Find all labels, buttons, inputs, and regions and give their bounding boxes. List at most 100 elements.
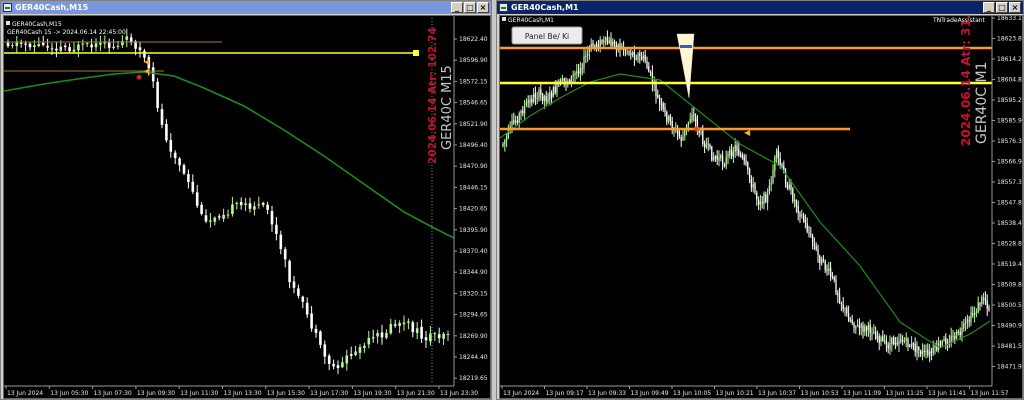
candle-body — [630, 53, 632, 55]
candle-body — [869, 324, 871, 333]
time-tick-label: 13 Jun 2024 — [503, 390, 539, 397]
price-tick-label: 18633.15 — [997, 16, 1022, 22]
left-chart-area[interactable]: ◉ ◀ ◀ GER40Cash,M15 GER40Cash 15 -> 2024… — [3, 15, 491, 399]
candle-body — [319, 331, 322, 345]
maximize-icon[interactable]: □ — [996, 2, 1008, 13]
candle-body — [727, 154, 729, 157]
candle-body — [68, 47, 71, 52]
candle-body — [871, 333, 873, 335]
candle-body — [858, 325, 861, 329]
candle-body — [648, 66, 650, 72]
candle-body — [33, 45, 36, 48]
candle-body — [107, 42, 111, 48]
candle-body — [442, 333, 445, 339]
candle-body — [835, 279, 837, 293]
candle-body — [301, 296, 305, 302]
minimize-icon[interactable]: _ — [983, 2, 995, 13]
candle-body — [217, 216, 221, 218]
candle-body — [768, 185, 771, 193]
candle-body — [844, 308, 846, 310]
candle-body — [576, 71, 578, 74]
candle-body — [393, 324, 397, 326]
time-tick-label: 13 Jun 11:30 — [180, 390, 218, 397]
candle-body — [892, 337, 895, 345]
candle-body — [772, 170, 774, 183]
candle-body — [984, 298, 987, 301]
candle-body — [59, 46, 63, 51]
candle-body — [288, 260, 291, 283]
candle-body — [754, 183, 756, 193]
right-funnel-marker — [676, 33, 695, 99]
candle-body — [222, 214, 225, 219]
candle-body — [138, 47, 142, 51]
candle-body — [856, 325, 859, 327]
price-tick-label: 18500.50 — [997, 302, 1022, 309]
maximize-icon[interactable]: □ — [464, 2, 476, 13]
candle-body — [855, 326, 857, 329]
candle-body — [261, 202, 265, 205]
candle-body — [143, 50, 146, 58]
left-title-bar[interactable]: GER40Cash,M15 _ □ × — [1, 1, 491, 14]
candle-body — [279, 234, 283, 250]
candle-body — [964, 322, 967, 324]
candle-body — [639, 53, 641, 56]
candle-body — [721, 155, 724, 164]
candle-body — [642, 55, 645, 60]
right-moving-average — [499, 73, 991, 349]
time-tick-label: 13 Jun 07:30 — [94, 390, 132, 397]
price-tick-label: 18496.40 — [459, 142, 488, 149]
candle-body — [658, 97, 661, 104]
left-level-handle[interactable] — [413, 50, 419, 56]
candle-body — [801, 214, 803, 216]
candle-body — [11, 45, 14, 47]
right-watermark-symbol: GER40C M1 — [974, 62, 990, 144]
candle-body — [532, 94, 535, 102]
candle-body — [972, 313, 974, 316]
candle-body — [389, 324, 393, 334]
right-chart-area[interactable]: ◉ ◀ GER40Cash,M1 TNTradeAssistant Panel … — [499, 1, 1023, 399]
candle-body — [637, 54, 639, 61]
candle-body — [840, 302, 843, 304]
candle-body — [966, 318, 969, 323]
time-tick-label: 13 Jun 09:33 — [588, 390, 626, 397]
left-chart-window[interactable]: GER40Cash,M15 _ □ × ◉ ◀ ◀ GER40Cash,M15 … — [0, 0, 492, 400]
right-chart-window[interactable]: GER40Cash,M1 _ □ × ◉ ◀ GER40Cash,M1 TNTr… — [496, 0, 1024, 400]
candle-body — [815, 246, 817, 250]
candle-body — [817, 249, 819, 256]
candle-body — [336, 365, 340, 369]
candle-body — [327, 355, 331, 364]
close-icon[interactable]: × — [1009, 2, 1021, 13]
candle-body — [689, 119, 691, 123]
minimize-icon[interactable]: _ — [451, 2, 463, 13]
candle-body — [85, 43, 89, 45]
candle-body — [829, 267, 832, 277]
svg-text:◀: ◀ — [144, 58, 150, 66]
candle-body — [314, 328, 318, 333]
candle-body — [125, 36, 129, 40]
candle-body — [876, 336, 879, 338]
candle-body — [804, 219, 807, 223]
candle-body — [572, 75, 574, 77]
svg-text:◉: ◉ — [136, 73, 142, 81]
close-icon[interactable]: × — [477, 2, 489, 13]
candle-body — [759, 202, 762, 205]
candle-body — [235, 203, 239, 205]
candle-body — [633, 51, 636, 59]
candle-body — [41, 42, 45, 45]
right-chart-svg[interactable]: ◉ ◀ GER40Cash,M1 TNTradeAssistant Panel … — [499, 1, 1023, 398]
candle-body — [345, 355, 349, 364]
time-tick-label: 13 Jun 11:25 — [886, 390, 924, 397]
right-title-bar[interactable]: GER40Cash,M1 _ □ × — [497, 1, 1023, 14]
candle-body — [579, 68, 582, 74]
left-chart-svg[interactable]: ◉ ◀ ◀ GER40Cash,M15 GER40Cash 15 -> 2024… — [3, 16, 490, 398]
candle-body — [912, 343, 915, 345]
candle-body — [883, 339, 886, 342]
candle-body — [77, 44, 80, 51]
candle-body — [736, 146, 738, 151]
candle-body — [511, 121, 513, 126]
candle-body — [919, 351, 922, 355]
candle-body — [793, 199, 796, 202]
candle-body — [788, 184, 790, 190]
panel-button[interactable]: Panel Be/ Ki — [511, 26, 583, 45]
panel-button-label[interactable]: Panel Be/ Ki — [525, 32, 569, 41]
